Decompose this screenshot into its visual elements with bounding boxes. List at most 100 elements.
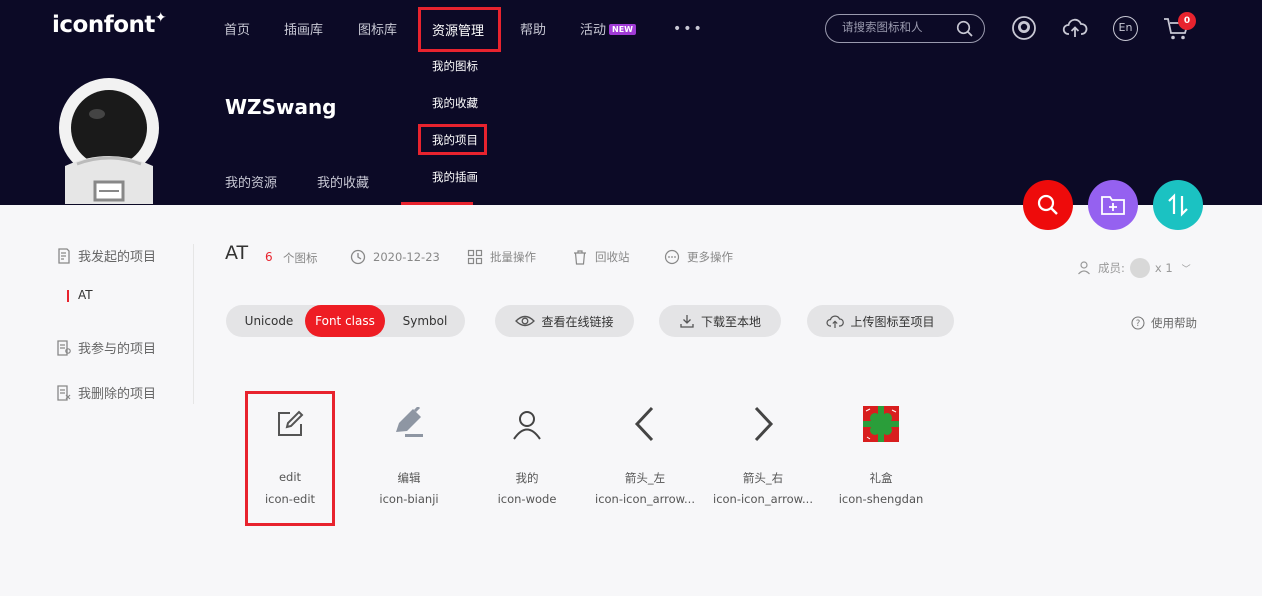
profile-avatar[interactable] <box>57 76 161 204</box>
cloud-upload-icon <box>826 315 845 328</box>
username: WZSwang <box>225 95 337 119</box>
icon-class: icon-icon_arrow... <box>595 492 695 506</box>
icon-name: 箭头_左 <box>624 471 666 485</box>
fab-search-button[interactable] <box>1023 180 1073 230</box>
more-operations-button[interactable]: 更多操作 <box>664 249 733 265</box>
cart-badge: 0 <box>1178 12 1196 30</box>
download-button[interactable]: 下载至本地 <box>659 305 781 337</box>
icon-class: icon-shengdan <box>838 492 924 506</box>
batch-operation-button[interactable]: 批量操作 <box>467 249 536 265</box>
more-icon[interactable]: ••• <box>673 21 704 37</box>
font-type-switcher: Unicode Font class Symbol <box>226 305 465 337</box>
subtab-my-favorites[interactable]: 我的收藏 <box>317 172 369 191</box>
project-members[interactable]: 成员: x 1 ﹀ <box>1077 258 1191 278</box>
icon-card-arrow-right[interactable]: 箭头_右 icon-icon_arrow... <box>708 392 818 522</box>
help-circle-icon: ? <box>1131 316 1145 330</box>
icon-card-edit[interactable]: edit icon-edit <box>235 392 345 522</box>
subtab-my-resources[interactable]: 我的资源 <box>225 172 277 191</box>
recycle-bin-button[interactable]: 回收站 <box>572 249 630 265</box>
folder-add-icon <box>1101 196 1125 215</box>
sidebar-project-at-label: AT <box>78 288 93 302</box>
icon-card-shengdan[interactable]: 礼盒 icon-shengdan <box>826 392 936 522</box>
more-circle-icon <box>664 249 680 265</box>
icon-name: edit <box>278 470 302 484</box>
fab-sort-button[interactable] <box>1153 180 1203 230</box>
iconfont-logo[interactable]: iconfont✦ <box>52 10 167 38</box>
seg-symbol[interactable]: Symbol <box>389 305 461 337</box>
nav-activity[interactable]: 活动 NEW <box>580 19 636 38</box>
svg-text:?: ? <box>1136 319 1141 329</box>
top-header: iconfont✦ 首页 插画库 图标库 资源管理 帮助 活动 NEW ••• 我… <box>0 0 1262 205</box>
sidebar-started-label: 我发起的项目 <box>78 250 157 265</box>
project-date: 2020-12-23 <box>350 249 440 265</box>
view-online-link-label: 查看在线链接 <box>541 314 614 329</box>
subtab-active-underline <box>401 202 473 205</box>
seg-unicode[interactable]: Unicode <box>232 305 306 337</box>
clock-icon <box>350 249 366 265</box>
project-date-text: 2020-12-23 <box>373 250 440 264</box>
sidebar-project-at[interactable]: AT <box>67 288 93 302</box>
nav-help[interactable]: 帮助 <box>520 19 546 38</box>
user-avatar-icon[interactable] <box>1011 15 1037 41</box>
chevron-left-icon <box>634 406 654 442</box>
sidebar-deleted-projects[interactable]: 我删除的项目 <box>56 383 156 402</box>
sort-arrows-icon <box>1168 193 1188 217</box>
recycle-bin-label: 回收站 <box>595 250 630 264</box>
sidebar-divider <box>193 244 194 404</box>
icon-name: 礼盒 <box>869 471 893 485</box>
icon-card-wode[interactable]: 我的 icon-wode <box>472 392 582 522</box>
chevron-down-icon[interactable]: ﹀ <box>1182 262 1191 275</box>
new-badge: NEW <box>609 24 636 35</box>
sidebar-joined-projects[interactable]: 我参与的项目 <box>56 338 156 357</box>
dropdown-my-illustrations[interactable]: 我的插画 <box>432 169 478 185</box>
document-edit-icon <box>58 247 70 264</box>
icon-card-bianji[interactable]: 编辑 icon-bianji <box>354 392 464 522</box>
search-icon <box>1037 194 1058 215</box>
language-en-icon[interactable]: En <box>1113 16 1138 41</box>
search-icon[interactable] <box>956 20 974 38</box>
edit-icon <box>278 410 304 436</box>
nav-activity-label: 活动 <box>580 23 607 38</box>
download-icon <box>680 315 694 328</box>
project-icon-count-label: 个图标 <box>283 251 318 265</box>
project-title: AT <box>225 242 249 264</box>
icon-name: 编辑 <box>397 471 421 485</box>
nav-illustration[interactable]: 插画库 <box>284 19 323 38</box>
dropdown-my-icons[interactable]: 我的图标 <box>432 58 478 74</box>
seg-font-class[interactable]: Font class <box>305 305 385 337</box>
search-input[interactable] <box>842 20 957 34</box>
members-icon <box>1078 261 1090 275</box>
upload-icons-button[interactable]: 上传图标至项目 <box>807 305 954 337</box>
member-avatar <box>1129 258 1150 278</box>
download-label: 下载至本地 <box>700 314 761 329</box>
search-box <box>825 14 985 43</box>
icon-class: icon-edit <box>264 492 316 506</box>
nav-resource-management[interactable]: 资源管理 <box>418 7 501 52</box>
pencil-icon <box>396 407 423 437</box>
icon-name: 我的 <box>515 471 539 485</box>
project-icon-count: 6 <box>265 250 273 264</box>
gift-box-icon <box>863 406 899 442</box>
grid-icon <box>467 249 483 265</box>
usage-help-label: 使用帮助 <box>1151 316 1197 330</box>
sidebar-started-projects[interactable]: 我发起的项目 <box>56 246 156 265</box>
cloud-upload-icon[interactable] <box>1062 15 1088 41</box>
sidebar-deleted-label: 我删除的项目 <box>78 387 157 402</box>
dropdown-my-favorites[interactable]: 我的收藏 <box>432 95 478 111</box>
icon-class: icon-bianji <box>379 492 439 506</box>
members-count: x 1 <box>1154 261 1173 275</box>
more-operations-label: 更多操作 <box>687 250 733 264</box>
document-delete-icon <box>57 384 71 401</box>
usage-help-link[interactable]: ? 使用帮助 <box>1131 315 1197 331</box>
nav-resource-label: 资源管理 <box>432 24 485 39</box>
user-icon <box>513 411 541 440</box>
icon-card-arrow-left[interactable]: 箭头_左 icon-icon_arrow... <box>590 392 700 522</box>
fab-add-folder-button[interactable] <box>1088 180 1138 230</box>
view-online-link-button[interactable]: 查看在线链接 <box>495 305 634 337</box>
dropdown-my-projects[interactable]: 我的项目 <box>432 132 478 148</box>
document-users-icon <box>57 339 71 356</box>
chevron-right-icon <box>754 406 774 442</box>
eye-icon <box>515 315 536 327</box>
nav-icon-library[interactable]: 图标库 <box>358 19 397 38</box>
nav-home[interactable]: 首页 <box>224 19 250 38</box>
